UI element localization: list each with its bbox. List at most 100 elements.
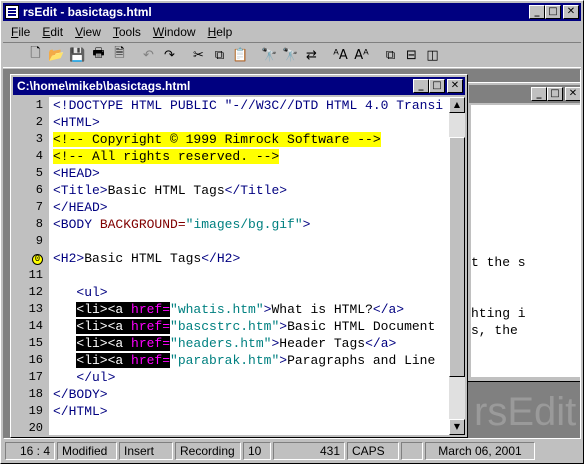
bg-close-button[interactable]: ✕: [565, 87, 580, 101]
font-larger-icon[interactable]: Aᴬ: [351, 45, 372, 65]
code-line: <!-- Copyright © 1999 Rimrock Software -…: [53, 131, 381, 148]
find-next-icon[interactable]: 🔭: [280, 45, 301, 65]
doc-maximize-button[interactable]: □: [429, 79, 445, 93]
code-token: >: [279, 319, 288, 334]
menu-help[interactable]: Help: [202, 23, 239, 41]
font-smaller-icon[interactable]: ᴬA: [330, 45, 351, 65]
open-folder-icon[interactable]: 📂: [46, 45, 67, 65]
line-number: 5: [35, 166, 43, 180]
cut-icon[interactable]: ✂: [188, 45, 209, 65]
menu-tools[interactable]: Tools: [107, 23, 147, 41]
document-title: C:\home\mikeb\basictags.html: [17, 79, 191, 93]
replace-icon[interactable]: ⇄: [301, 45, 322, 65]
line-number: 2: [35, 115, 43, 129]
bookmark-icon[interactable]: 0: [32, 254, 43, 265]
menu-view[interactable]: View: [69, 23, 107, 41]
find-icon[interactable]: 🔭: [259, 45, 280, 65]
undo-icon[interactable]: ↶: [138, 45, 159, 65]
copy-icon[interactable]: ⧉: [209, 45, 230, 65]
line-number: 0: [13, 250, 43, 267]
code-token: >: [302, 217, 311, 232]
code-token: Header Tags: [279, 336, 366, 351]
line-number-gutter[interactable]: 1 2 3 4 5 6 7 8 9 0 11 12 13 14 15 16 17 18 19 20: [15, 97, 49, 435]
status-bar: 16 : 4 Modified Insert Recording 10 431 CAPS Ma…: [3, 441, 581, 461]
code-token: <ul>: [53, 285, 108, 300]
background-window-title-bar[interactable]: _ □ ✕: [469, 85, 580, 103]
background-document-window[interactable]: _ □ ✕ t the s hting i s, the: [466, 82, 580, 382]
watermark-text-bottom: rsEdit: [474, 390, 577, 434]
code-token: <!DOCTYPE HTML PUBLIC "-//W3C//DTD HTML …: [53, 98, 444, 113]
code-line: <li><a href="bascstrc.htm">Basic HTML Do…: [53, 318, 435, 335]
tile-vertical-icon[interactable]: ◫: [422, 45, 443, 65]
code-token: "whatis.htm": [170, 302, 264, 317]
background-line: s, the: [471, 323, 518, 338]
code-line: <Title>Basic HTML Tags</Title>: [53, 182, 287, 199]
code-line: </ul>: [53, 369, 115, 386]
scroll-thumb[interactable]: [449, 137, 465, 377]
line-number: 8: [35, 217, 43, 231]
code-line: <BODY BACKGROUND="images/bg.gif">: [53, 216, 310, 233]
code-token: What is HTML?: [271, 302, 373, 317]
cascade-windows-icon[interactable]: ⧉: [380, 45, 401, 65]
new-file-icon[interactable]: 🗋: [25, 45, 46, 65]
code-token: </HTML>: [53, 404, 108, 419]
line-number: 1: [35, 98, 43, 112]
paste-icon[interactable]: 📋: [230, 45, 251, 65]
code-token: <li><a: [76, 353, 132, 368]
code-token: "headers.htm": [170, 336, 272, 351]
bg-maximize-button[interactable]: □: [547, 87, 563, 101]
print-preview-icon[interactable]: 🗎: [109, 45, 130, 65]
code-editor[interactable]: <!DOCTYPE HTML PUBLIC "-//W3C//DTD HTML …: [49, 97, 449, 435]
line-number: 3: [35, 132, 43, 146]
code-token: <!-- Copyright © 1999 Rimrock Software -…: [53, 132, 381, 147]
code-line: </HEAD>: [53, 199, 108, 216]
status-position: 16 : 4: [5, 442, 55, 460]
line-number: 19: [28, 404, 43, 418]
code-token: <li><a: [76, 302, 132, 317]
mdi-client-area: rsEdit rsEdit _ □ ✕ t the s hting i s, t…: [3, 69, 581, 439]
code-line: <HEAD>: [53, 165, 100, 182]
menu-edit[interactable]: Edit: [36, 23, 69, 41]
vertical-scrollbar[interactable]: ▲ ▼: [449, 97, 465, 435]
line-number: 14: [28, 319, 43, 333]
minimize-button[interactable]: _: [529, 5, 545, 19]
menu-bar: File Edit View Tools Window Help: [5, 23, 238, 41]
redo-icon[interactable]: ↷: [159, 45, 180, 65]
maximize-button[interactable]: □: [545, 5, 561, 19]
line-number: 20: [28, 421, 43, 435]
code-line: </HTML>: [53, 403, 108, 420]
close-button[interactable]: ✕: [563, 5, 579, 19]
code-token: Basic HTML Tags: [107, 183, 225, 198]
save-icon[interactable]: 💾: [67, 45, 88, 65]
code-token: </BODY>: [53, 387, 108, 402]
title-bar[interactable]: rsEdit - basictags.html _ □ ✕: [3, 3, 581, 21]
code-token: <li><a: [76, 319, 132, 334]
line-number: 9: [35, 234, 43, 248]
document-title-bar[interactable]: C:\home\mikeb\basictags.html _ □ ✕: [13, 77, 465, 95]
line-number: 12: [28, 285, 43, 299]
app-icon[interactable]: [5, 5, 19, 19]
code-line: <HTML>: [53, 114, 100, 131]
scroll-down-button[interactable]: ▼: [449, 419, 465, 435]
document-window[interactable]: C:\home\mikeb\basictags.html _ □ ✕ 12345…: [10, 74, 468, 438]
line-number: 13: [28, 302, 43, 316]
menu-file[interactable]: File: [5, 23, 36, 41]
code-token: </ul>: [53, 370, 116, 385]
background-editor[interactable]: t the s hting i s, the: [471, 105, 580, 377]
doc-minimize-button[interactable]: _: [413, 79, 429, 93]
menu-window[interactable]: Window: [147, 23, 202, 41]
doc-close-button[interactable]: ✕: [447, 79, 463, 93]
scroll-up-button[interactable]: ▲: [449, 97, 465, 113]
code-token: </H2>: [201, 251, 241, 266]
bg-minimize-button[interactable]: _: [531, 87, 547, 101]
code-line: <!DOCTYPE HTML PUBLIC "-//W3C//DTD HTML …: [53, 97, 443, 114]
status-size: 431: [273, 442, 345, 460]
code-line: <li><a href="parabrak.htm">Paragraphs an…: [53, 352, 435, 369]
code-token: Basic HTML Document: [287, 319, 436, 334]
code-token: </Title>: [224, 183, 288, 198]
print-icon[interactable]: 🖶: [88, 45, 109, 65]
tile-horizontal-icon[interactable]: ⊟: [401, 45, 422, 65]
code-token: "parabrak.htm": [170, 353, 280, 368]
